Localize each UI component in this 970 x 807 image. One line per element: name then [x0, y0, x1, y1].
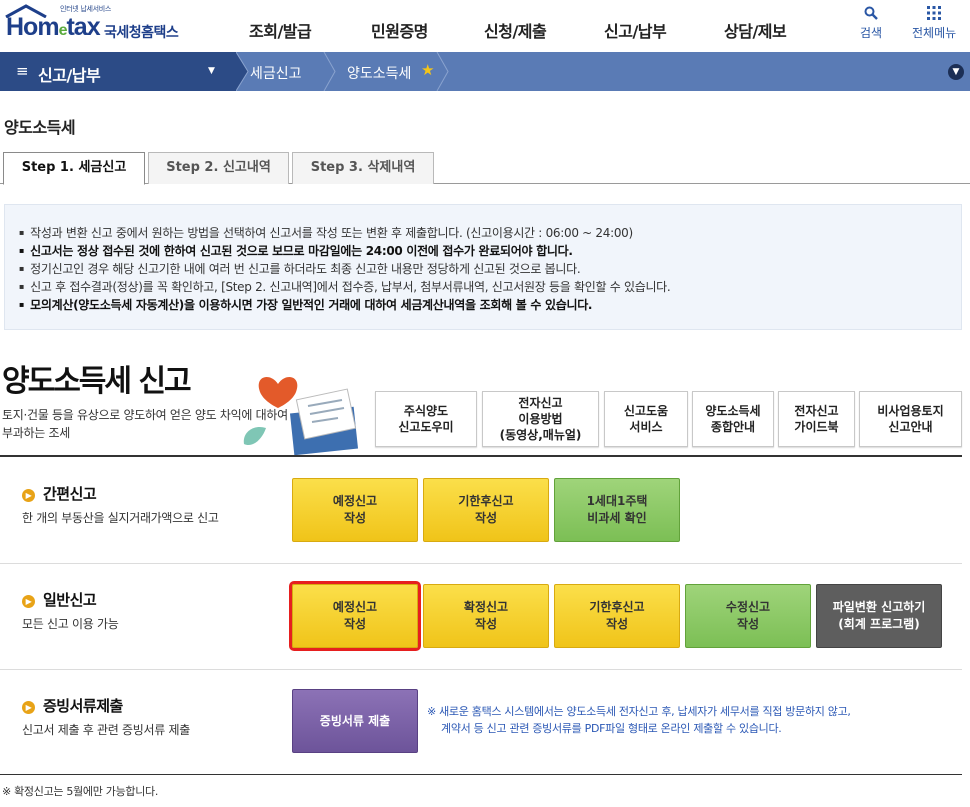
- grid-icon: [912, 6, 956, 24]
- tabs-divider: [0, 183, 970, 184]
- logo-korean: 국세청홈택스: [104, 25, 179, 41]
- all-menu-label: 전체메뉴: [912, 26, 957, 40]
- simple-filing-title: ▶ 간편신고: [22, 483, 97, 504]
- letter-heart-illustration: [243, 377, 359, 456]
- link-non-business-land[interactable]: 비사업용토지 신고안내: [859, 391, 962, 447]
- chevron-down-icon[interactable]: ▼: [948, 64, 964, 80]
- evidence-desc: 신고서 제출 후 관련 증빙서류 제출: [22, 723, 190, 737]
- tab-step3-deleted[interactable]: Step 3. 삭제내역: [292, 152, 434, 184]
- general-filing-desc: 모든 신고 이용 가능: [22, 617, 119, 631]
- simple-filing-desc: 한 개의 부동산을 실지거래가액으로 신고: [22, 511, 219, 525]
- arrow-right-icon: ▶: [22, 489, 35, 502]
- link-stock-transfer-helper[interactable]: 주식양도 신고도우미: [375, 391, 477, 447]
- tab-step2-history[interactable]: Step 2. 신고내역: [148, 152, 289, 184]
- gnb-consult[interactable]: 상담/제보: [724, 18, 787, 42]
- logo-wordmark-part2: tax: [66, 13, 100, 41]
- link-capital-gains-guide[interactable]: 양도소득세 종합안내: [692, 391, 774, 447]
- top-header: 인터넷 납세서비스 Hometax 국세청홈택스 조회/발급 민원증명 신청/제…: [0, 0, 970, 52]
- footnote: ※ 확정신고는 5월에만 가능합니다.: [2, 785, 159, 798]
- breadcrumb: ≡ 신고/납부 ▼ 세금신고 양도소득세 ★ ▼: [0, 52, 970, 91]
- page-title: 양도소득세: [4, 118, 76, 137]
- logo-wordmark-part1: Hom: [6, 13, 60, 41]
- evidence-submit-button[interactable]: 증빙서류 제출: [292, 689, 418, 753]
- section-divider: [0, 563, 962, 564]
- breadcrumb-menu-label: 신고/납부: [38, 66, 101, 85]
- simple-late-button[interactable]: 기한후신고 작성: [423, 478, 549, 542]
- hometax-logo[interactable]: 인터넷 납세서비스 Hometax 국세청홈택스: [4, 4, 186, 44]
- evidence-title-text: 증빙서류제출: [43, 697, 123, 715]
- gnb-certificate[interactable]: 민원증명: [371, 18, 428, 42]
- link-e-filing-guidebook[interactable]: 전자신고 가이드북: [778, 391, 855, 447]
- evidence-note-line: 계약서 등 신고 관련 증빙서류를 PDF파일 형태로 온라인 제출할 수 있습…: [441, 722, 782, 735]
- gnb-inquiry[interactable]: 조회/발급: [249, 18, 312, 42]
- general-late-button[interactable]: 기한후신고 작성: [554, 584, 680, 648]
- notice-line: 작성과 변환 신고 중에서 원하는 방법을 선택하여 신고서를 작성 또는 변환…: [19, 224, 633, 241]
- general-amend-button[interactable]: 수정신고 작성: [685, 584, 811, 648]
- gnb-report-pay[interactable]: 신고/납부: [604, 18, 667, 42]
- notice-line: 모의계산(양도소득세 자동계산)을 이용하시면 가장 일반적인 거래에 대하여 …: [19, 296, 592, 313]
- section-divider: [0, 455, 962, 457]
- gnb-application[interactable]: 신청/제출: [484, 18, 547, 42]
- link-filing-help-service[interactable]: 신고도움 서비스: [604, 391, 688, 447]
- notice-line: 신고서는 정상 접수된 것에 한하여 신고된 것으로 보므로 마감일에는 24:…: [19, 242, 573, 259]
- link-e-filing-guide[interactable]: 전자신고 이용방법 (동영상,매뉴얼): [482, 391, 599, 447]
- notice-line: 신고 후 접수결과(정상)를 꼭 확인하고, [Step 2. 신고내역]에서 …: [19, 278, 671, 295]
- evidence-note-line: ※ 새로운 홈택스 시스템에서는 양도소득세 전자신고 후, 납세자가 세무서를…: [427, 705, 851, 718]
- all-menu-button[interactable]: 전체메뉴: [912, 6, 956, 41]
- search-label: 검색: [860, 26, 883, 40]
- general-filing-title-text: 일반신고: [43, 591, 97, 609]
- breadcrumb-separator-icon: [436, 52, 449, 91]
- breadcrumb-item-tax-report[interactable]: 세금신고: [250, 63, 302, 83]
- star-icon[interactable]: ★: [421, 61, 434, 79]
- notice-line: 정기신고인 경우 해당 신고기한 내에 여러 번 신고를 하더라도 최종 신고한…: [19, 260, 581, 277]
- caret-down-icon: ▼: [208, 66, 215, 76]
- section-title: 양도소득세 신고: [2, 364, 192, 399]
- breadcrumb-menu-dropdown[interactable]: ≡ 신고/납부 ▼: [0, 52, 236, 91]
- search-icon: [860, 6, 882, 24]
- evidence-note: ※ 새로운 홈택스 시스템에서는 양도소득세 전자신고 후, 납세자가 세무서를…: [427, 703, 851, 737]
- file-conversion-button[interactable]: 파일변환 신고하기 (회계 프로그램): [816, 584, 942, 648]
- simple-filing-title-text: 간편신고: [43, 485, 97, 503]
- one-house-exemption-button[interactable]: 1세대1주택 비과세 확인: [554, 478, 680, 542]
- logo-wordmark: Hometax: [6, 13, 101, 42]
- breadcrumb-separator-icon: [323, 52, 336, 91]
- evidence-title: ▶ 증빙서류제출: [22, 695, 123, 716]
- breadcrumb-item-capital-gains[interactable]: 양도소득세: [347, 63, 411, 83]
- section-divider: [0, 669, 962, 670]
- search-button[interactable]: 검색: [860, 6, 882, 41]
- breadcrumb-separator-icon: [236, 52, 249, 91]
- general-final-button[interactable]: 확정신고 작성: [423, 584, 549, 648]
- arrow-right-icon: ▶: [22, 595, 35, 608]
- general-preliminary-button[interactable]: 예정신고 작성: [289, 581, 421, 651]
- hamburger-icon: ≡: [16, 62, 29, 80]
- arrow-right-icon: ▶: [22, 701, 35, 714]
- general-filing-title: ▶ 일반신고: [22, 589, 97, 610]
- tab-step1-report[interactable]: Step 1. 세금신고: [3, 152, 145, 185]
- notice-box: 작성과 변환 신고 중에서 원하는 방법을 선택하여 신고서를 작성 또는 변환…: [4, 204, 962, 330]
- section-divider: [0, 774, 962, 775]
- simple-preliminary-button[interactable]: 예정신고 작성: [292, 478, 418, 542]
